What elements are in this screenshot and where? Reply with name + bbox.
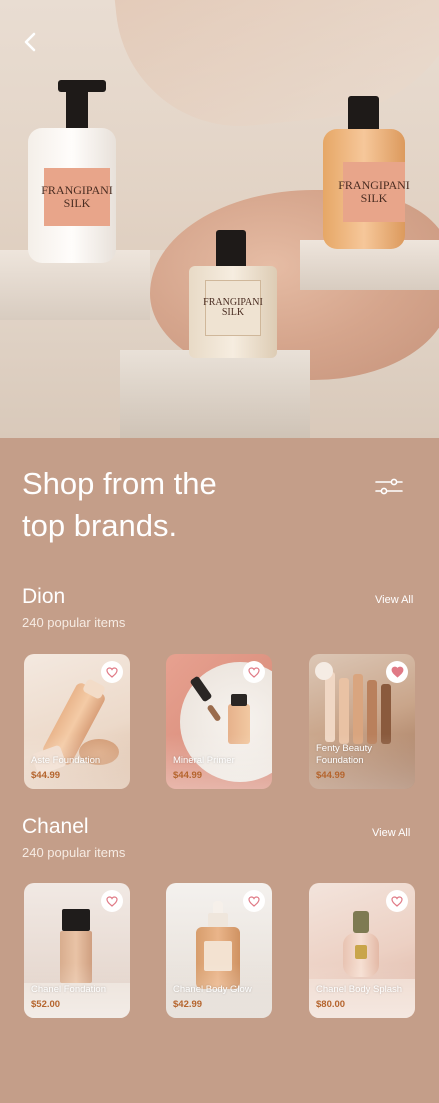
favorite-button[interactable] (386, 890, 408, 912)
chevron-left-icon (24, 32, 36, 52)
heart-icon (248, 895, 260, 907)
hero-image: FRANGIPANI SILK FRANGIPANI SILK FRANGIPANI… (0, 0, 439, 438)
heart-icon (391, 666, 403, 678)
product-card[interactable]: Chanel Body Glow $42.99 (166, 883, 272, 1018)
product-name: Chanel Body Glow (173, 984, 252, 995)
hero-bottle-perfume: FRANGIPANI SILK (189, 230, 277, 360)
product-name: Chanel Fondation (31, 984, 106, 995)
product-name: Chanel Body Splash (316, 984, 403, 995)
product-card[interactable]: Chanel Body Splash $80.00 (309, 883, 415, 1018)
product-card[interactable]: Aste Foundation $44.99 (24, 654, 130, 789)
filter-button[interactable] (374, 474, 404, 500)
favorite-button[interactable] (243, 661, 265, 683)
view-all-link[interactable]: View All (372, 827, 410, 839)
favorite-button[interactable] (101, 890, 123, 912)
brand-subtitle: 240 popular items (22, 615, 126, 630)
brand-title: Dion (22, 585, 66, 608)
bottle-label: FRANGIPANI SILK (203, 280, 263, 336)
bottle-label: FRANGIPANI SILK (338, 162, 410, 222)
product-card[interactable]: Mineral Primer $44.99 (166, 654, 272, 789)
page-title: Shop from the top brands. (22, 466, 217, 543)
product-price: $52.00 (31, 999, 61, 1010)
favorite-button[interactable] (243, 890, 265, 912)
product-price: $44.99 (31, 770, 61, 781)
product-card[interactable]: Chanel Fondation $52.00 (24, 883, 130, 1018)
back-button[interactable] (16, 28, 44, 56)
sliders-icon (375, 478, 403, 495)
bottle-label: FRANGIPANI SILK (41, 168, 113, 226)
favorite-button[interactable] (386, 661, 408, 683)
heart-icon (106, 895, 118, 907)
hero-bottle-oil: FRANGIPANI SILK (323, 96, 410, 251)
product-price: $80.00 (316, 999, 346, 1010)
brand-subtitle: 240 popular items (22, 845, 126, 860)
product-name: Mineral Primer (173, 755, 235, 766)
product-price: $42.99 (173, 999, 203, 1010)
brand-title: Chanel (22, 815, 89, 838)
hero-bottle-lotion: FRANGIPANI SILK (28, 80, 118, 265)
product-name: Fenty Beauty Foundation (316, 743, 372, 766)
product-name: Aste Foundation (31, 755, 101, 766)
product-price: $44.99 (173, 770, 203, 781)
product-price: $44.99 (316, 770, 346, 781)
product-card[interactable]: Fenty Beauty Foundation $44.99 (309, 654, 415, 789)
favorite-button[interactable] (101, 661, 123, 683)
heart-icon (391, 895, 403, 907)
view-all-link[interactable]: View All (375, 594, 413, 606)
heart-icon (106, 666, 118, 678)
hero-block (120, 350, 310, 438)
heart-icon (248, 666, 260, 678)
